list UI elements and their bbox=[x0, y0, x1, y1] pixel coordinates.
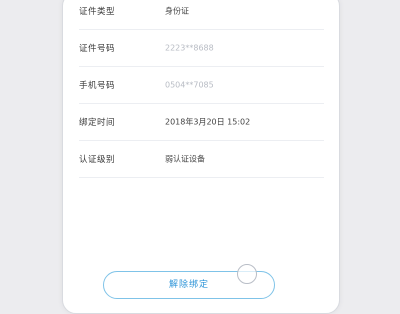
id-number-label: 证件号码 bbox=[79, 44, 116, 54]
detail-row-id-number: 证件号码 2223**8688 bbox=[79, 30, 324, 67]
touch-indicator bbox=[237, 264, 257, 284]
id-type-value: 身份证 bbox=[165, 6, 189, 16]
phone-number-value: 0504**7085 bbox=[165, 80, 214, 90]
bind-time-value: 2018年3月20日 15:02 bbox=[165, 117, 251, 127]
phone-frame: 证件类型 身份证 证件号码 2223**8688 手机号码 0504**7085… bbox=[62, 0, 340, 314]
detail-row-bind-time: 绑定时间 2018年3月20日 15:02 bbox=[79, 104, 324, 141]
phone-number-label: 手机号码 bbox=[79, 81, 116, 91]
auth-level-value: 弱认证设备 bbox=[165, 154, 205, 164]
id-type-label: 证件类型 bbox=[79, 7, 116, 17]
auth-level-label: 认证级别 bbox=[79, 155, 116, 165]
id-number-value: 2223**8688 bbox=[165, 43, 214, 53]
detail-row-id-type: 证件类型 身份证 bbox=[79, 0, 324, 30]
detail-row-phone-number: 手机号码 0504**7085 bbox=[79, 67, 324, 104]
detail-row-auth-level: 认证级别 弱认证设备 bbox=[79, 141, 324, 178]
bind-time-label: 绑定时间 bbox=[79, 118, 116, 128]
